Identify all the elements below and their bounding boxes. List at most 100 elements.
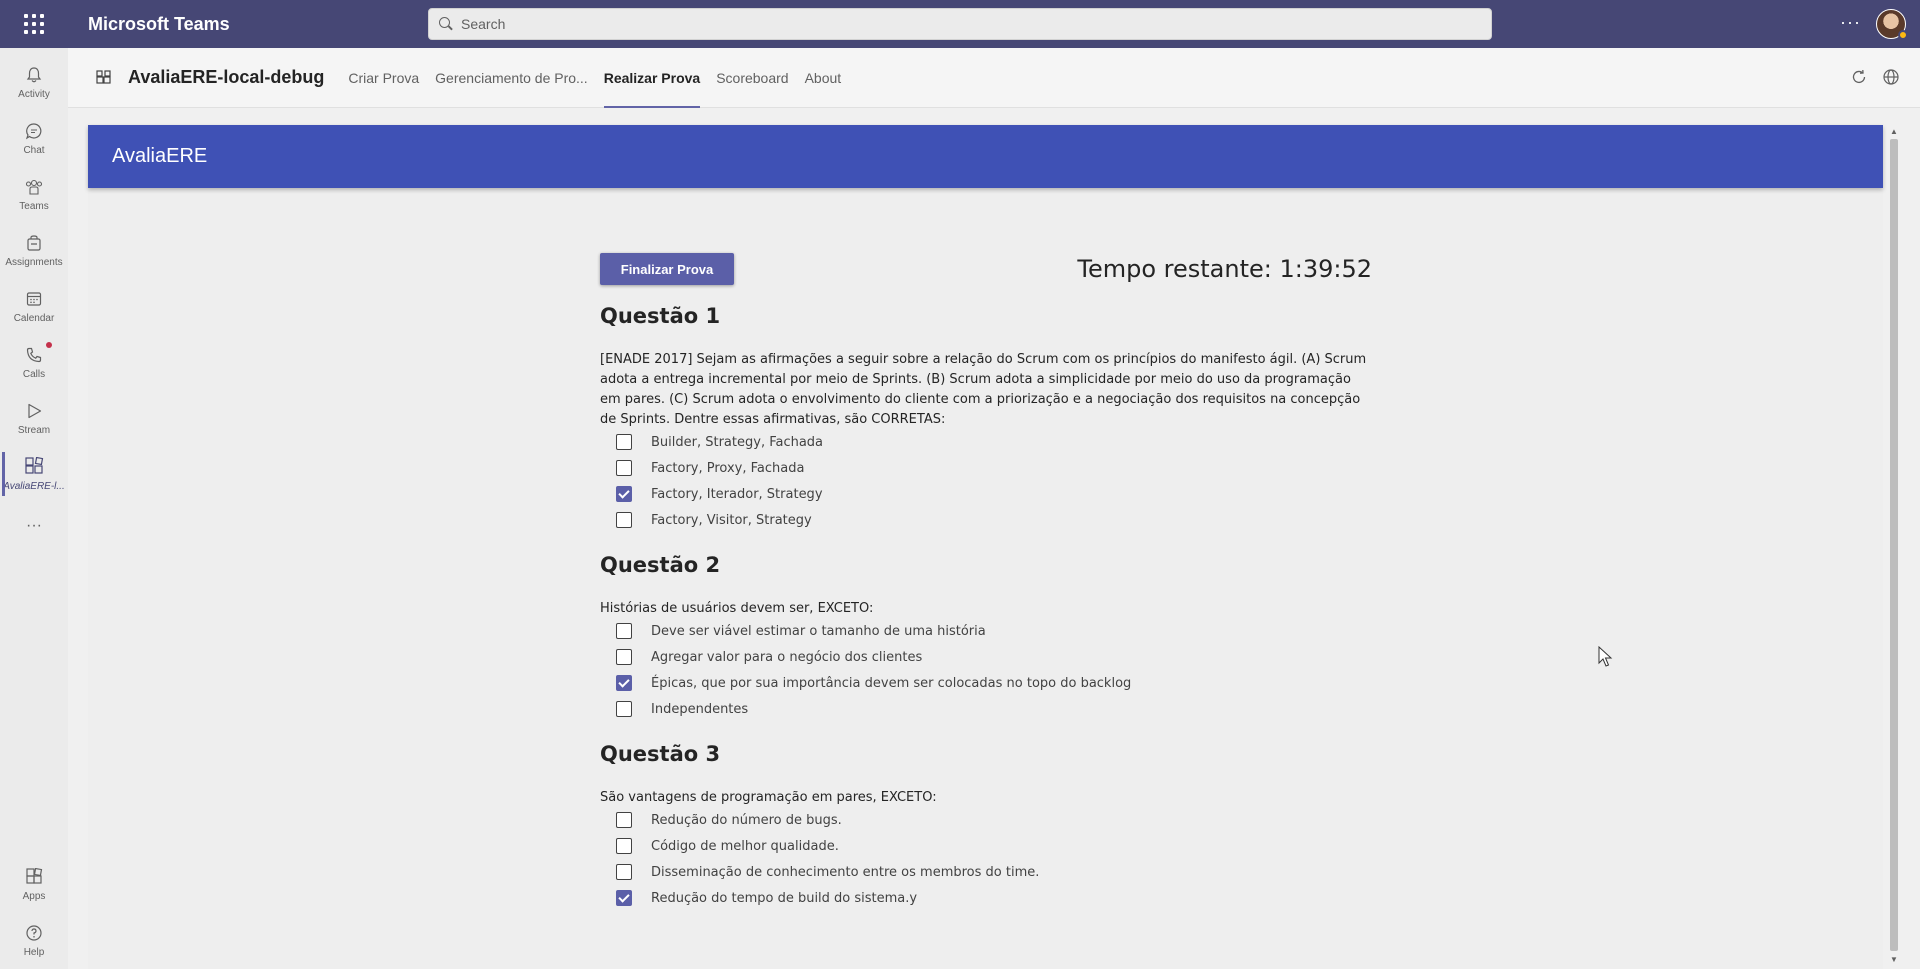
rail-item-label: Assignments [5,256,63,268]
option-label: Épicas, que por sua importância devem se… [651,675,1132,691]
globe-icon[interactable] [1882,68,1900,86]
presence-status-icon [1898,30,1908,40]
option[interactable]: Independentes [616,699,748,719]
search-placeholder: Search [461,16,506,32]
tab-gerenciamento[interactable]: Gerenciamento de Pro... [427,48,596,108]
question-title: Questão 1 [600,304,721,328]
scrollbar[interactable]: ▲ ▼ [1887,125,1901,969]
question-text: [ENADE 2017] Sejam as afirmações a segui… [600,352,1367,427]
option-label: Redução do número de bugs. [651,812,842,828]
timer: Tempo restante: 1:39:52 [1077,255,1372,283]
option-label: Código de melhor qualidade. [651,838,839,854]
rail-item-label: Teams [19,200,49,212]
question-text: São vantagens de programação em pares, E… [600,790,937,805]
option-label: Disseminação de conhecimento entre os me… [651,864,1040,880]
notification-dot [46,342,52,348]
search-icon [439,17,453,31]
checkbox[interactable] [616,890,632,906]
rail-item-label: Chat [23,144,45,156]
option-label: Factory, Iterador, Strategy [651,486,823,502]
option-label: Builder, Strategy, Fachada [651,434,824,450]
question-title: Questão 2 [600,553,721,577]
option[interactable]: Épicas, que por sua importância devem se… [616,673,1131,693]
rail-item-more[interactable]: ··· [0,500,68,552]
refresh-icon[interactable] [1850,68,1868,86]
rail-item-label: AvaliaERE-l... [3,480,65,492]
option[interactable]: Redução do tempo de build do sistema.y [616,888,917,908]
rail-item-label: Apps [22,890,46,902]
rail-item-activity[interactable]: Activity [0,56,68,108]
checkbox[interactable] [616,434,632,450]
option-label: Factory, Visitor, Strategy [651,512,812,528]
finish-exam-button[interactable]: Finalizar Prova [600,253,734,285]
option-label: Redução do tempo de build do sistema.y [651,890,918,906]
rail-item-chat[interactable]: Chat [0,112,68,164]
help-icon [24,923,44,943]
checkbox[interactable] [616,649,632,665]
app-header: AvaliaERE-local-debug Criar Prova Gerenc… [68,48,1920,108]
banner-title: AvaliaERE [112,145,208,167]
scrollbar-thumb[interactable] [1890,139,1898,951]
tab-criar-prova[interactable]: Criar Prova [340,48,427,108]
option-label: Independentes [651,701,749,717]
checkbox[interactable] [616,512,632,528]
apps-icon [24,867,44,887]
chat-icon [24,121,44,141]
option[interactable]: Código de melhor qualidade. [616,836,839,856]
checkbox[interactable] [616,701,632,717]
option[interactable]: Factory, Iterador, Strategy [616,484,823,504]
rail-item-label: Help [23,946,45,958]
calendar-icon [24,289,44,309]
more-options-button[interactable]: ··· [1840,12,1861,33]
app-banner: AvaliaERE [88,125,1883,188]
rail-item-calendar[interactable]: Calendar [0,280,68,332]
question-title: Questão 3 [600,742,721,766]
rail-item-assignments[interactable]: Assignments [0,224,68,276]
option-label: Factory, Proxy, Fachada [651,460,805,476]
rail-item-avaliaere[interactable]: AvaliaERE-l... [0,448,68,500]
rail-item-teams[interactable]: Teams [0,168,68,220]
option[interactable]: Factory, Visitor, Strategy [616,510,812,530]
option-label: Deve ser viável estimar o tamanho de uma… [651,623,986,639]
search-input[interactable]: Search [428,8,1492,40]
tab-scoreboard[interactable]: Scoreboard [708,48,796,108]
tab-about[interactable]: About [797,48,850,108]
mouse-cursor-icon [1598,646,1613,667]
rail-item-stream[interactable]: Stream [0,392,68,444]
scroll-up-icon[interactable]: ▲ [1890,127,1898,136]
tab-realizar-prova[interactable]: Realizar Prova [596,48,709,108]
checkbox[interactable] [616,623,632,639]
rail-item-label: Calls [22,368,46,380]
waffle-icon [24,14,44,34]
option-label: Agregar valor para o negócio dos cliente… [651,649,923,665]
rail-item-calls[interactable]: Calls [0,336,68,388]
rail-item-label: Calendar [13,312,55,324]
checkbox[interactable] [616,675,632,691]
option[interactable]: Agregar valor para o negócio dos cliente… [616,647,922,667]
rail-item-help[interactable]: Help [0,914,68,966]
scroll-down-icon[interactable]: ▼ [1890,955,1898,964]
rail-item-apps[interactable]: Apps [0,858,68,910]
option[interactable]: Redução do número de bugs. [616,810,842,830]
phone-icon [24,345,44,365]
option[interactable]: Disseminação de conhecimento entre os me… [616,862,1039,882]
checkbox[interactable] [616,864,632,880]
app-launcher-button[interactable] [0,0,68,48]
left-rail: Activity Chat Teams Assignments Calendar… [0,48,68,969]
option[interactable]: Deve ser viável estimar o tamanho de uma… [616,621,986,641]
checkbox[interactable] [616,838,632,854]
checkbox[interactable] [616,486,632,502]
question-text: Histórias de usuários devem ser, EXCETO: [600,601,874,616]
play-icon [24,401,44,421]
rail-item-label: Activity [18,88,50,100]
teams-icon [24,177,44,197]
page-title: AvaliaERE-local-debug [128,67,325,87]
app-name: Microsoft Teams [88,13,230,34]
option[interactable]: Factory, Proxy, Fachada [616,458,804,478]
rail-item-label: Stream [17,424,51,436]
option[interactable]: Builder, Strategy, Fachada [616,432,823,452]
bell-icon [24,65,44,85]
app-content: AvaliaERE [88,125,1883,969]
checkbox[interactable] [616,460,632,476]
checkbox[interactable] [616,812,632,828]
